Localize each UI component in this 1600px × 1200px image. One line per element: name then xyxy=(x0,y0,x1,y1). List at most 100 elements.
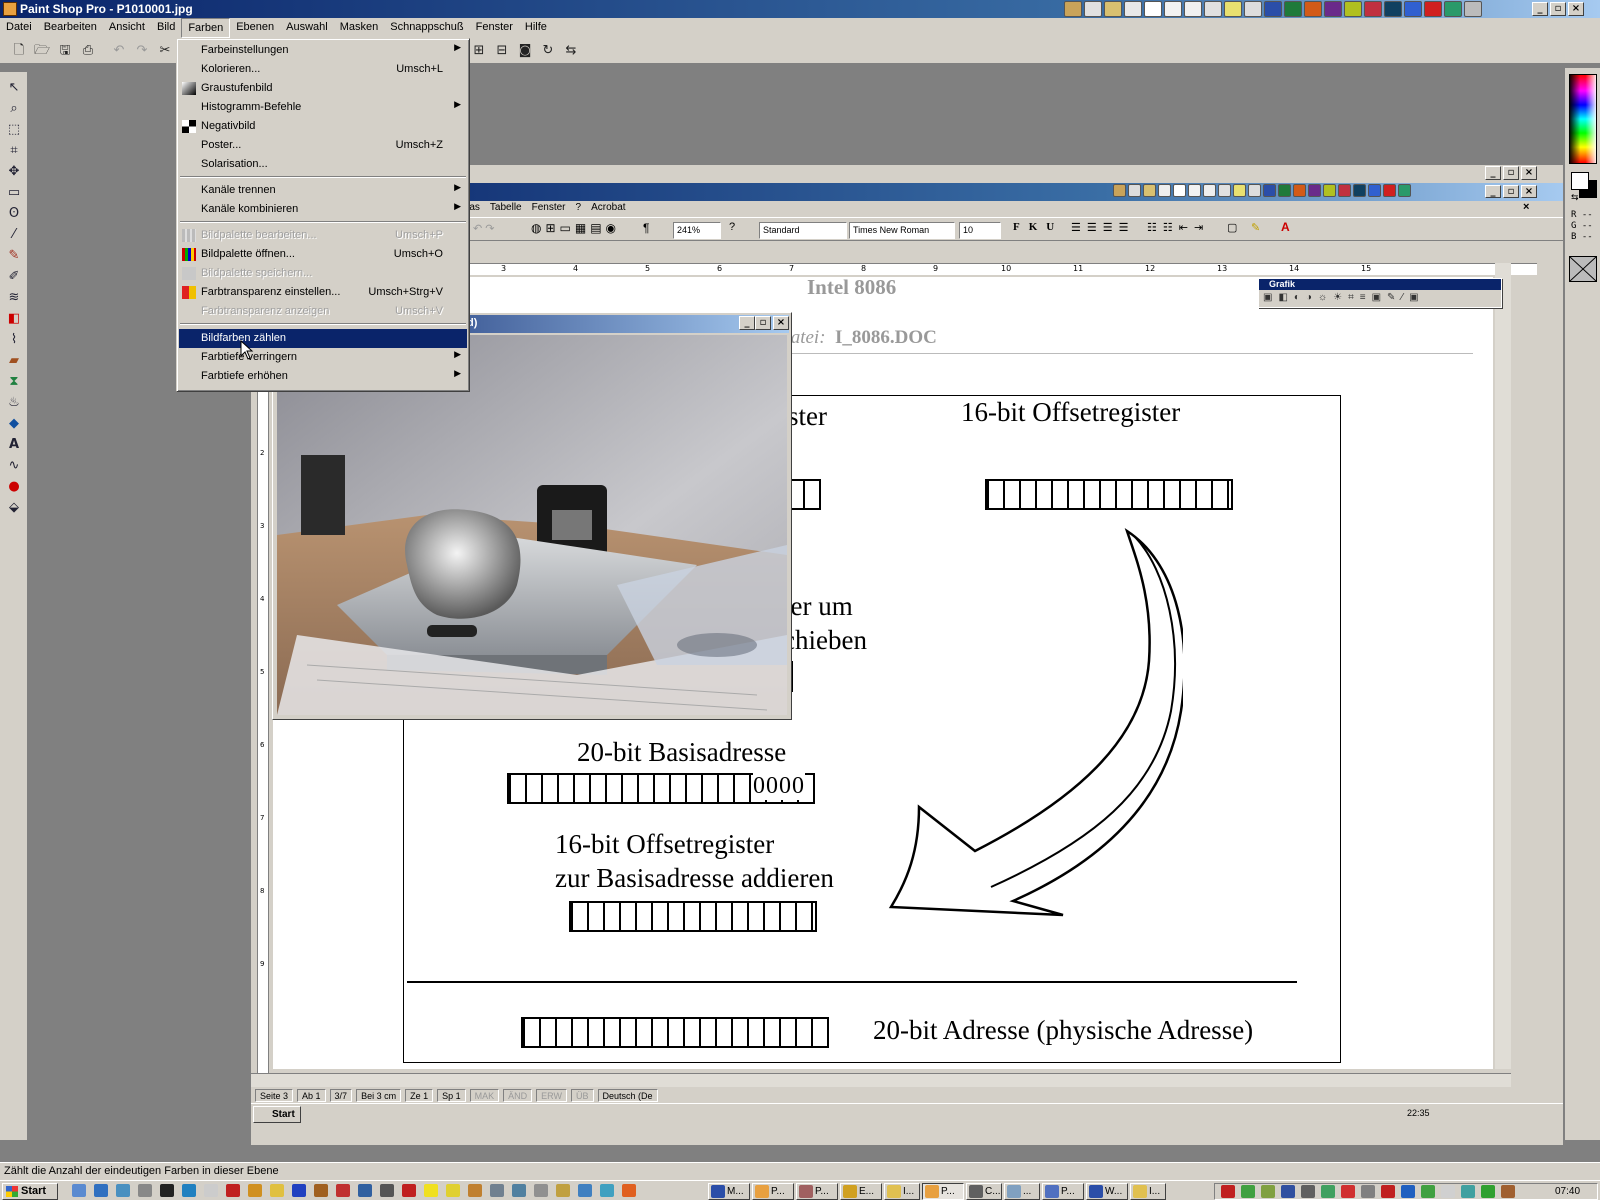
list-buttons[interactable]: ☷☷⇤⇥ xyxy=(1147,221,1209,234)
menu-item-graustufenbild[interactable]: Graustufenbild xyxy=(179,79,467,98)
grid-icon[interactable]: ⊞ xyxy=(470,42,488,60)
menu-item-poster[interactable]: Poster... Umsch+Z xyxy=(179,136,467,155)
word-menu-tabelle[interactable]: Tabelle xyxy=(485,201,527,217)
excel-icon[interactable] xyxy=(1284,1,1302,17)
app-icon[interactable] xyxy=(1173,184,1186,197)
app-icon[interactable] xyxy=(622,1184,636,1197)
retouch-icon[interactable]: ◧ xyxy=(4,309,24,328)
app-icon[interactable] xyxy=(182,1184,196,1197)
text-style-buttons[interactable]: FKU xyxy=(1013,221,1063,233)
app-icon[interactable] xyxy=(1364,1,1382,17)
app-icon[interactable] xyxy=(358,1184,372,1197)
search-icon[interactable] xyxy=(204,1184,218,1197)
tray-icon[interactable] xyxy=(1301,1185,1315,1198)
app-icon[interactable] xyxy=(1464,1,1482,17)
app-icon[interactable] xyxy=(226,1184,240,1197)
word-insert-icons[interactable]: ◍⊞▭▦▤◉ xyxy=(531,221,620,235)
menu-farben[interactable]: Farben xyxy=(181,18,231,38)
access-icon[interactable] xyxy=(1308,184,1321,197)
highlight-icon[interactable]: ✎ xyxy=(1251,221,1260,234)
app-icon[interactable] xyxy=(380,1184,394,1197)
scratch-remover-icon[interactable]: ⌇ xyxy=(4,330,24,349)
app-icon[interactable] xyxy=(1128,184,1141,197)
zoom-icon[interactable]: ⌕ xyxy=(4,99,24,118)
task-button[interactable]: ... xyxy=(1004,1183,1040,1200)
app-icon[interactable] xyxy=(336,1184,350,1197)
menu-ebenen[interactable]: Ebenen xyxy=(230,18,280,38)
menu-item-kanaele-kombinieren[interactable]: Kanäle kombinieren ▶ xyxy=(179,200,467,219)
menu-item-kanaele-trennen[interactable]: Kanäle trennen ▶ xyxy=(179,181,467,200)
swap-colors-icon[interactable]: ⇆ xyxy=(1571,193,1579,203)
word-icon[interactable] xyxy=(1264,1,1282,17)
app-icon[interactable] xyxy=(1064,1,1082,17)
tray-icon[interactable] xyxy=(1481,1185,1495,1198)
menu-fenster[interactable]: Fenster xyxy=(470,18,519,38)
tray-icon[interactable] xyxy=(1221,1185,1235,1198)
powerpoint-icon[interactable] xyxy=(1304,1,1322,17)
tray-icon[interactable] xyxy=(1261,1185,1275,1198)
new-file-icon[interactable]: 🗋 xyxy=(10,42,28,60)
app-icon[interactable] xyxy=(1384,1,1402,17)
select-arrow-icon[interactable]: ↖ xyxy=(4,78,24,97)
app-icon[interactable] xyxy=(1323,184,1336,197)
app-icon[interactable] xyxy=(1244,1,1262,17)
arrange-icon[interactable]: ⇆ xyxy=(562,42,580,60)
app-icon[interactable] xyxy=(578,1184,592,1197)
menu-item-bildfarben-zaehlen[interactable]: Bildfarben zählen xyxy=(179,329,467,348)
word-doc-minimize-button[interactable]: _ xyxy=(1485,185,1501,198)
app-icon[interactable] xyxy=(512,1184,526,1197)
undo-icon[interactable]: ↶ xyxy=(110,42,128,60)
task-button[interactable]: I... xyxy=(1130,1183,1166,1200)
menu-item-farbtiefe-verringern[interactable]: Farbtiefe verringern ▶ xyxy=(179,348,467,367)
crop-icon[interactable]: ⌗ xyxy=(4,141,24,160)
redo-icon[interactable]: ↷ xyxy=(133,42,151,60)
app-icon[interactable] xyxy=(1338,184,1351,197)
print-icon[interactable]: ⎙ xyxy=(79,42,97,60)
word-menu-fenster[interactable]: Fenster xyxy=(527,201,571,217)
font-combo[interactable]: Times New Roman xyxy=(849,222,955,239)
font-color-icon[interactable]: A xyxy=(1281,220,1290,234)
app-icon[interactable] xyxy=(1344,1,1362,17)
app-icon[interactable] xyxy=(1113,184,1126,197)
word-maximize-button[interactable]: ▫ xyxy=(1503,166,1519,180)
app-icon[interactable] xyxy=(1104,1,1122,17)
volume-icon[interactable] xyxy=(1441,1185,1455,1198)
horizontal-scrollbar[interactable] xyxy=(251,1073,1511,1087)
app-icon[interactable] xyxy=(1188,184,1201,197)
menu-item-farbtiefe-erhoehen[interactable]: Farbtiefe erhöhen ▶ xyxy=(179,367,467,386)
app-icon[interactable] xyxy=(1218,184,1231,197)
task-button[interactable]: I... xyxy=(884,1183,920,1200)
app-icon[interactable] xyxy=(1203,184,1216,197)
flood-fill-icon[interactable]: ◆ xyxy=(4,414,24,433)
border-icon[interactable]: ▢ xyxy=(1227,221,1237,234)
app-icon[interactable] xyxy=(1444,1,1462,17)
clone-brush-icon[interactable]: ✐ xyxy=(4,267,24,286)
app-icon[interactable] xyxy=(1204,1,1222,17)
mail-icon[interactable] xyxy=(1158,184,1171,197)
app-icon[interactable] xyxy=(138,1184,152,1197)
cut-icon[interactable]: ✂ xyxy=(156,42,174,60)
color-spectrum[interactable] xyxy=(1569,74,1597,164)
app-icon[interactable] xyxy=(1404,1,1422,17)
vector-object-icon[interactable]: ⬙ xyxy=(4,498,24,517)
app-icon[interactable] xyxy=(1383,184,1396,197)
app-icon[interactable] xyxy=(1398,184,1411,197)
app-icon[interactable] xyxy=(314,1184,328,1197)
task-button[interactable]: M... xyxy=(708,1183,750,1200)
help-icon[interactable]: ? xyxy=(729,221,735,233)
tray-icon[interactable] xyxy=(1341,1185,1355,1198)
app-icon[interactable] xyxy=(292,1184,306,1197)
task-button[interactable]: E... xyxy=(840,1183,882,1200)
app-icon[interactable] xyxy=(600,1184,614,1197)
deform-icon[interactable]: ⬚ xyxy=(4,120,24,139)
tray-icon[interactable] xyxy=(1381,1185,1395,1198)
menu-bild[interactable]: Bild xyxy=(151,18,181,38)
app-icon[interactable] xyxy=(116,1184,130,1197)
task-button[interactable]: P... xyxy=(1042,1183,1084,1200)
app-icon[interactable] xyxy=(1424,1,1442,17)
task-button-active[interactable]: P... xyxy=(922,1183,964,1200)
open-folder-icon[interactable]: 🗁 xyxy=(33,42,51,60)
status-ub[interactable]: ÜB xyxy=(570,1089,594,1102)
word-doc-close-button[interactable]: × xyxy=(1521,185,1537,198)
tray-icon[interactable] xyxy=(1421,1185,1435,1198)
